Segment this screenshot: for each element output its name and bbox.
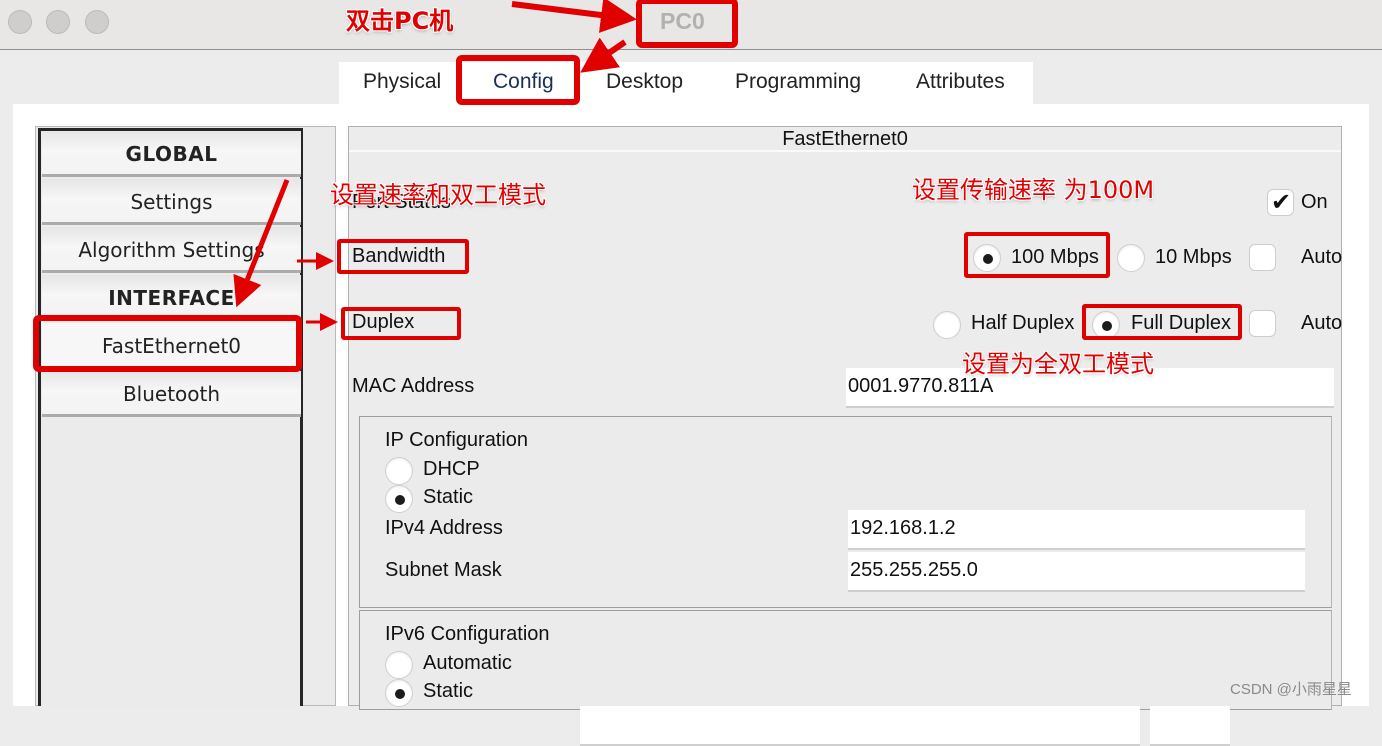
ipv6-static-label: Static	[423, 680, 474, 702]
sidebar-item-settings[interactable]: Settings	[42, 179, 301, 225]
tab-desktop[interactable]: Desktop	[606, 70, 683, 94]
sidebar: GLOBAL Settings Algorithm Settings INTER…	[38, 128, 303, 706]
sidebar-header-global: GLOBAL	[42, 131, 301, 177]
ipv6-configuration-group: IPv6 Configuration Automatic Static	[359, 610, 1332, 746]
ipv6-automatic-label: Automatic	[423, 652, 512, 674]
mac-address-label: MAC Address	[352, 375, 475, 397]
annotation-box-pc0	[636, 0, 738, 48]
dhcp-label: DHCP	[423, 458, 480, 480]
port-status-checkbox[interactable]: ✔	[1267, 188, 1294, 216]
tab-attributes[interactable]: Attributes	[916, 70, 1005, 94]
ipv6-prefix-field[interactable]	[1150, 706, 1230, 746]
port-status-on-label: On	[1301, 191, 1328, 213]
annotation-box-bandwidth	[337, 239, 469, 274]
checkmark-icon: ✔	[1271, 188, 1292, 216]
annotation-set-full-duplex: 设置为全双工模式	[962, 350, 1154, 378]
half-duplex-radio[interactable]	[933, 311, 961, 339]
annotation-box-100mbps	[964, 232, 1110, 278]
close-button[interactable]	[8, 10, 32, 34]
panel-title: FastEthernet0	[349, 127, 1341, 152]
duplex-auto-checkbox[interactable]	[1249, 310, 1276, 337]
ip-configuration-group: IP Configuration DHCP Static IPv4 Addres…	[359, 416, 1332, 608]
bandwidth-10-radio[interactable]	[1117, 244, 1145, 272]
annotation-set-rate-100m: 设置传输速率 为100M	[912, 176, 1155, 204]
ipv6-address-field[interactable]	[580, 706, 1140, 746]
static-label: Static	[423, 486, 474, 508]
sidebar-item-algorithm-settings[interactable]: Algorithm Settings	[42, 227, 301, 273]
duplex-auto-label: Auto	[1301, 312, 1343, 334]
ipv6-static-radio[interactable]	[385, 679, 413, 707]
static-radio[interactable]	[385, 485, 413, 513]
maximize-button[interactable]	[85, 10, 109, 34]
dhcp-radio[interactable]	[385, 457, 413, 485]
ip-config-title: IP Configuration	[385, 429, 529, 451]
bandwidth-10-label: 10 Mbps	[1155, 246, 1232, 268]
tab-programming[interactable]: Programming	[735, 70, 861, 94]
annotation-box-fastethernet0	[33, 315, 302, 372]
subnet-mask-label: Subnet Mask	[385, 559, 502, 581]
ipv4-address-field[interactable]: 192.168.1.2	[848, 510, 1305, 550]
bandwidth-auto-checkbox[interactable]	[1249, 244, 1276, 271]
tab-bar: Physical Config Desktop Programming Attr…	[339, 62, 1033, 104]
tab-physical[interactable]: Physical	[363, 70, 441, 94]
watermark: CSDN @小雨星星	[1230, 681, 1352, 698]
subnet-mask-field[interactable]: 255.255.255.0	[848, 552, 1305, 592]
ipv6-config-title: IPv6 Configuration	[385, 623, 550, 645]
minimize-button[interactable]	[46, 10, 70, 34]
annotation-box-full-duplex	[1082, 304, 1242, 340]
annotation-box-duplex	[341, 307, 461, 340]
annotation-box-config	[456, 55, 580, 105]
sidebar-item-bluetooth[interactable]: Bluetooth	[42, 371, 301, 417]
bandwidth-auto-label: Auto	[1301, 246, 1343, 268]
half-duplex-label: Half Duplex	[971, 312, 1075, 334]
annotation-set-rate-duplex: 设置速率和双工模式	[330, 181, 546, 209]
ipv6-automatic-radio[interactable]	[385, 651, 413, 679]
interface-panel: FastEthernet0 Port Status ✔ On Bandwidth…	[348, 126, 1343, 746]
ipv4-address-label: IPv4 Address	[385, 517, 503, 539]
annotation-double-click-pc: 双击PC机	[346, 7, 454, 35]
